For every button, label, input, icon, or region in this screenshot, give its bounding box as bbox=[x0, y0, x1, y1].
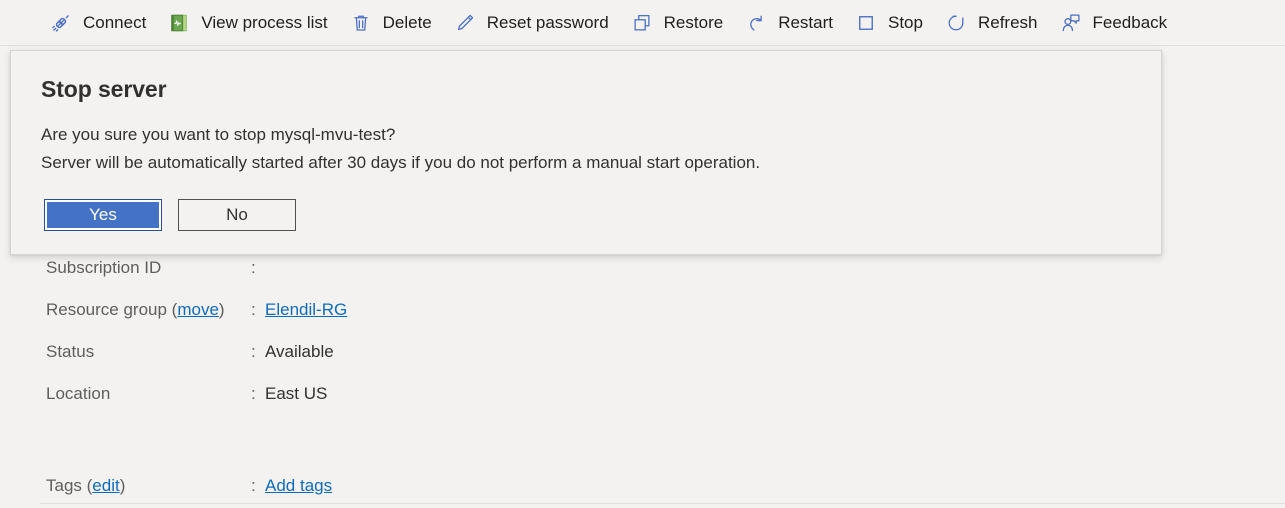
command-stop[interactable]: Stop bbox=[849, 1, 933, 45]
dialog-title: Stop server bbox=[41, 76, 167, 102]
command-label: Refresh bbox=[977, 13, 1038, 32]
property-colon: : bbox=[251, 342, 256, 361]
dialog-message-line-1: Are you sure you want to stop mysql-mvu-… bbox=[41, 125, 396, 144]
property-key: Subscription ID bbox=[46, 258, 162, 277]
restart-arrow-icon bbox=[743, 11, 769, 35]
property-key-text: Tags ( bbox=[46, 476, 93, 495]
refresh-circle-icon bbox=[943, 11, 969, 35]
property-value-status: Available bbox=[265, 342, 334, 361]
add-tags-link[interactable]: Add tags bbox=[265, 476, 332, 496]
property-key-suffix: ) bbox=[119, 476, 126, 495]
confirm-yes-button[interactable]: Yes bbox=[44, 199, 162, 231]
move-resource-group-link[interactable]: move bbox=[177, 300, 219, 319]
command-restore[interactable]: Restore bbox=[625, 1, 734, 45]
feedback-person-icon bbox=[1058, 11, 1084, 35]
dialog-message-line-2: Server will be automatically started aft… bbox=[41, 153, 761, 172]
command-delete[interactable]: Delete bbox=[344, 1, 442, 45]
command-label: Restore bbox=[663, 13, 724, 32]
command-view-process-list[interactable]: View process list bbox=[162, 1, 337, 45]
resource-group-link[interactable]: Elendil-RG bbox=[265, 300, 347, 320]
cancel-no-button[interactable]: No bbox=[178, 199, 296, 231]
portal-page: Connect View process list Delete Reset p… bbox=[0, 0, 1285, 508]
dialog-actions: Yes No bbox=[44, 199, 296, 231]
content-divider bbox=[40, 503, 1285, 504]
property-key: Status bbox=[46, 342, 95, 361]
property-value-location: East US bbox=[265, 384, 328, 403]
command-label: Connect bbox=[83, 13, 147, 32]
property-row-resource-group: Resource group (move) : Elendil-RG bbox=[46, 300, 347, 320]
property-key-suffix: ) bbox=[218, 300, 225, 319]
command-restart[interactable]: Restart bbox=[739, 1, 843, 45]
property-key-text: Resource group ( bbox=[46, 300, 178, 319]
command-label: Feedback bbox=[1092, 13, 1168, 32]
restore-copy-icon bbox=[629, 11, 655, 35]
dialog-message: Are you sure you want to stop mysql-mvu-… bbox=[41, 121, 760, 177]
trash-icon bbox=[348, 11, 374, 35]
command-connect[interactable]: Connect bbox=[44, 1, 156, 45]
command-bar: Connect View process list Delete Reset p… bbox=[0, 0, 1285, 46]
property-key: Location bbox=[46, 384, 111, 403]
property-colon: : bbox=[251, 258, 256, 277]
property-row-location: Location : East US bbox=[46, 384, 327, 404]
property-row-tags: Tags (edit) : Add tags bbox=[46, 476, 332, 496]
command-label: Stop bbox=[887, 13, 923, 32]
pencil-icon bbox=[452, 11, 478, 35]
property-key: Resource group (move) bbox=[46, 300, 251, 320]
property-colon: : bbox=[251, 384, 256, 403]
process-list-book-icon bbox=[166, 11, 192, 35]
stop-square-icon bbox=[853, 11, 879, 35]
property-colon: : bbox=[251, 476, 256, 495]
connect-plug-icon bbox=[48, 11, 74, 35]
property-row-subscription-id: Subscription ID : bbox=[46, 258, 265, 278]
property-colon: : bbox=[251, 300, 256, 319]
command-feedback[interactable]: Feedback bbox=[1054, 1, 1178, 45]
command-label: Delete bbox=[382, 13, 432, 32]
property-key: Tags (edit) bbox=[46, 476, 251, 496]
stop-server-dialog: Stop server Are you sure you want to sto… bbox=[10, 50, 1162, 255]
command-reset-password[interactable]: Reset password bbox=[448, 1, 619, 45]
property-row-status: Status : Available bbox=[46, 342, 334, 362]
command-label: Reset password bbox=[486, 13, 609, 32]
command-label: Restart bbox=[778, 13, 833, 32]
command-label: View process list bbox=[201, 13, 328, 32]
edit-tags-link[interactable]: edit bbox=[92, 476, 119, 495]
command-refresh[interactable]: Refresh bbox=[939, 1, 1048, 45]
